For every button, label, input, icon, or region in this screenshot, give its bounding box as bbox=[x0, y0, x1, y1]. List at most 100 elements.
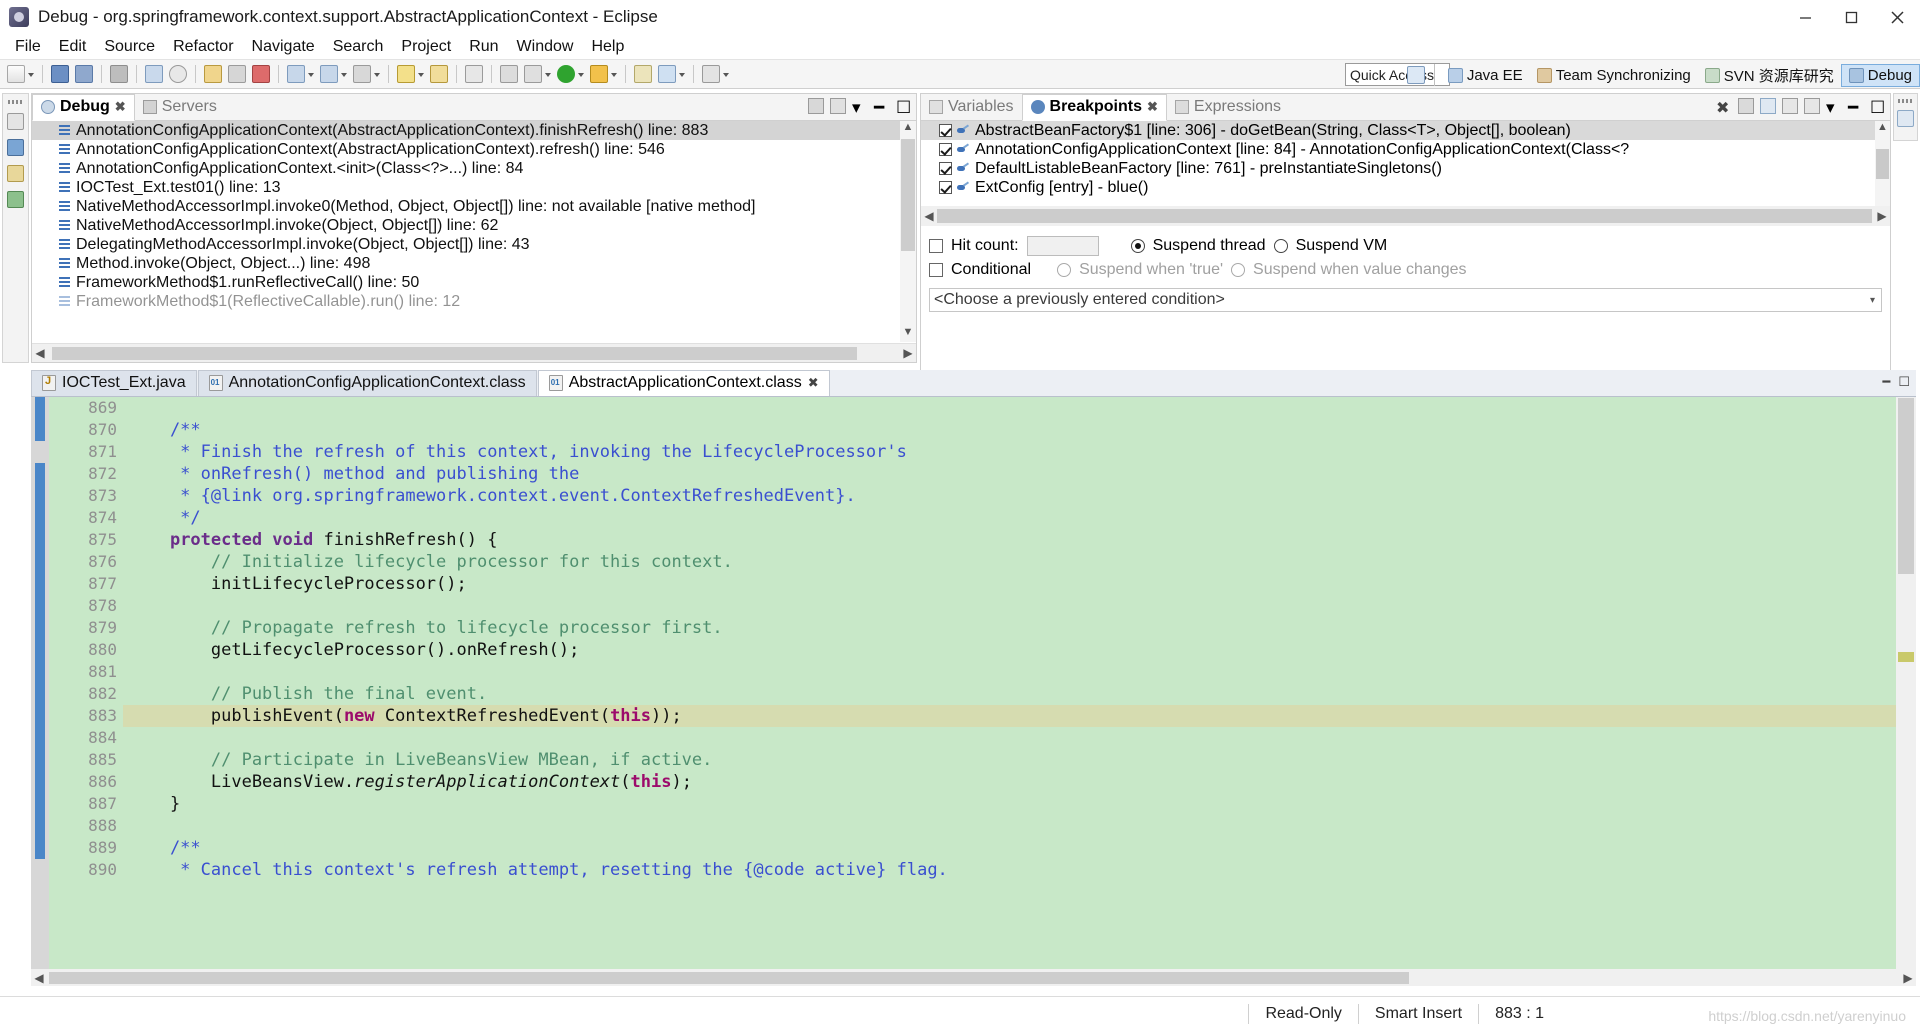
suspend-vm-radio[interactable] bbox=[1273, 239, 1288, 253]
scrollbar-thumb[interactable] bbox=[49, 971, 1409, 984]
scroll-left-icon[interactable]: ◀ bbox=[32, 346, 48, 360]
code-line[interactable]: // Publish the final event. bbox=[123, 683, 1896, 705]
code-line[interactable]: publishEvent(new ContextRefreshedEvent(t… bbox=[123, 705, 1896, 727]
breakpoints-horizontal-scrollbar[interactable]: ◀ ▶ bbox=[921, 206, 1890, 226]
code-line[interactable]: initLifecycleProcessor(); bbox=[123, 573, 1896, 595]
save-icon[interactable] bbox=[51, 65, 69, 83]
code-line[interactable]: /** bbox=[123, 419, 1896, 441]
scroll-right-icon[interactable]: ▶ bbox=[1874, 209, 1890, 223]
minimize-view-icon[interactable]: ━ bbox=[1848, 98, 1864, 117]
stack-frame-row[interactable]: FrameworkMethod$1(ReflectiveCallable).ru… bbox=[32, 292, 916, 311]
stack-frame-row[interactable]: NativeMethodAccessorImpl.invoke(Object, … bbox=[32, 216, 916, 235]
new-wizard-dropdown-icon[interactable] bbox=[28, 65, 35, 83]
scroll-up-icon[interactable]: ▲ bbox=[900, 121, 916, 137]
perspective-java-ee[interactable]: Java EE bbox=[1441, 65, 1530, 86]
forward-icon[interactable] bbox=[320, 65, 338, 83]
scroll-up-icon[interactable]: ▲ bbox=[1875, 121, 1890, 137]
stack-frame-row[interactable]: NativeMethodAccessorImpl.invoke0(Method,… bbox=[32, 197, 916, 216]
editor-code-area[interactable]: /** * Finish the refresh of this context… bbox=[123, 397, 1896, 969]
scrollbar-track[interactable] bbox=[47, 971, 1900, 984]
new-class-dropdown-icon[interactable] bbox=[679, 65, 686, 83]
console-view-icon[interactable] bbox=[7, 139, 24, 156]
code-line[interactable]: } bbox=[123, 793, 1896, 815]
drag-handle-icon[interactable] bbox=[8, 100, 23, 104]
tab-debug-close-icon[interactable]: ✖ bbox=[115, 99, 126, 115]
build-all-icon[interactable] bbox=[145, 65, 163, 83]
code-line[interactable] bbox=[123, 727, 1896, 749]
conditional-checkbox[interactable] bbox=[929, 263, 943, 277]
skip-all-breakpoints-icon[interactable] bbox=[1782, 98, 1798, 114]
code-line[interactable]: * {@link org.springframework.context.eve… bbox=[123, 485, 1896, 507]
code-line[interactable]: * onRefresh() method and publishing the bbox=[123, 463, 1896, 485]
remove-breakpoint-icon[interactable]: ✖ bbox=[1716, 98, 1732, 117]
editor-marker-bar[interactable] bbox=[31, 397, 49, 969]
last-edit-icon[interactable] bbox=[252, 65, 270, 83]
code-line[interactable]: * Finish the refresh of this context, in… bbox=[123, 441, 1896, 463]
status-insert-mode[interactable]: Smart Insert bbox=[1359, 1005, 1478, 1023]
breakpoint-checkbox[interactable] bbox=[939, 143, 952, 156]
stack-frame-row[interactable]: AnnotationConfigApplicationContext.<init… bbox=[32, 159, 916, 178]
minimize-editor-icon[interactable]: ━ bbox=[1883, 374, 1891, 390]
code-line[interactable]: /** bbox=[123, 837, 1896, 859]
tab-breakpoints-close-icon[interactable]: ✖ bbox=[1147, 99, 1158, 115]
print-icon[interactable] bbox=[110, 65, 128, 83]
debug-horizontal-scrollbar[interactable]: ◀ ▶ bbox=[32, 343, 916, 362]
new-class-icon[interactable] bbox=[658, 65, 676, 83]
breakpoint-row[interactable]: DefaultListableBeanFactory [line: 761] -… bbox=[921, 159, 1890, 178]
scrollbar-thumb[interactable] bbox=[937, 209, 1872, 223]
debug-vertical-scrollbar[interactable]: ▲ ▼ bbox=[900, 121, 916, 342]
debug-toggle-icon[interactable] bbox=[397, 65, 415, 83]
maximize-view-icon[interactable]: ☐ bbox=[1870, 98, 1886, 117]
external-tools-icon[interactable] bbox=[590, 65, 608, 83]
menu-navigate[interactable]: Navigate bbox=[243, 36, 324, 58]
tab-breakpoints[interactable]: Breakpoints ✖ bbox=[1021, 94, 1167, 121]
breakpoints-vertical-scrollbar[interactable]: ▲ bbox=[1875, 121, 1890, 206]
editor-tab-abstractapplicationcontext[interactable]: AbstractApplicationContext.class ✖ bbox=[537, 370, 830, 396]
breakpoint-checkbox[interactable] bbox=[939, 162, 952, 175]
editor-tab-close-icon[interactable]: ✖ bbox=[808, 375, 819, 391]
code-line[interactable]: * Cancel this context's refresh attempt,… bbox=[123, 859, 1896, 881]
breakpoint-row[interactable]: AbstractBeanFactory$1 [line: 306] - doGe… bbox=[921, 121, 1890, 140]
open-task-icon[interactable] bbox=[228, 65, 246, 83]
stack-frame-row[interactable]: DelegatingMethodAccessorImpl.invoke(Obje… bbox=[32, 235, 916, 254]
scrollbar-track[interactable] bbox=[48, 346, 900, 360]
open-perspective-icon[interactable] bbox=[1406, 66, 1425, 84]
run-dropdown-icon[interactable] bbox=[578, 65, 585, 83]
hit-count-checkbox[interactable] bbox=[929, 239, 943, 253]
stack-frame-row[interactable]: IOCTest_Ext.test01() line: 13 bbox=[32, 178, 916, 197]
next-annotation-dropdown-icon[interactable] bbox=[374, 65, 381, 83]
menu-help[interactable]: Help bbox=[582, 36, 633, 58]
link-with-debug-view-icon[interactable] bbox=[1760, 98, 1776, 114]
external-tools-dropdown-icon[interactable] bbox=[611, 65, 618, 83]
menu-refactor[interactable]: Refactor bbox=[164, 36, 242, 58]
scrollbar-thumb[interactable] bbox=[1876, 149, 1889, 179]
terminal-icon[interactable] bbox=[465, 65, 483, 83]
stack-frame-row[interactable]: Method.invoke(Object, Object...) line: 4… bbox=[32, 254, 916, 273]
maximize-editor-icon[interactable]: ☐ bbox=[1898, 374, 1910, 390]
suspend-when-value-changes-radio[interactable] bbox=[1231, 263, 1246, 277]
scroll-right-icon[interactable]: ▶ bbox=[900, 346, 916, 360]
editor-tab-annotationconfig[interactable]: AnnotationConfigApplicationContext.class bbox=[197, 370, 537, 396]
scrollbar-thumb[interactable] bbox=[901, 139, 915, 251]
code-line[interactable]: // Propagate refresh to lifecycle proces… bbox=[123, 617, 1896, 639]
view-menu-icon[interactable] bbox=[830, 98, 846, 114]
minimize-button[interactable] bbox=[1782, 0, 1828, 34]
menu-source[interactable]: Source bbox=[95, 36, 164, 58]
breakpoint-row[interactable]: ExtConfig [entry] - blue() bbox=[921, 178, 1890, 197]
maximize-view-icon[interactable]: ☐ bbox=[896, 98, 912, 117]
skip-breakpoints-icon[interactable] bbox=[702, 65, 720, 83]
next-annotation-icon[interactable] bbox=[353, 65, 371, 83]
back-dropdown-icon[interactable] bbox=[308, 65, 315, 83]
code-line[interactable] bbox=[123, 661, 1896, 683]
perspective-svn-repository[interactable]: SVN 资源库研究 bbox=[1698, 63, 1841, 88]
table-view-icon[interactable] bbox=[500, 65, 518, 83]
editor-tab-ioctest[interactable]: IOCTest_Ext.java bbox=[31, 370, 197, 396]
code-line[interactable]: // Initialize lifecycle processor for th… bbox=[123, 551, 1896, 573]
code-line[interactable] bbox=[123, 397, 1896, 419]
breakpoint-row[interactable]: AnnotationConfigApplicationContext [line… bbox=[921, 140, 1890, 159]
perspective-debug[interactable]: Debug bbox=[1840, 63, 1920, 87]
new-wizard-icon[interactable] bbox=[7, 65, 25, 83]
menu-file[interactable]: File bbox=[6, 36, 50, 58]
breakpoint-checkbox[interactable] bbox=[939, 181, 952, 194]
suspend-thread-radio[interactable] bbox=[1130, 239, 1145, 253]
